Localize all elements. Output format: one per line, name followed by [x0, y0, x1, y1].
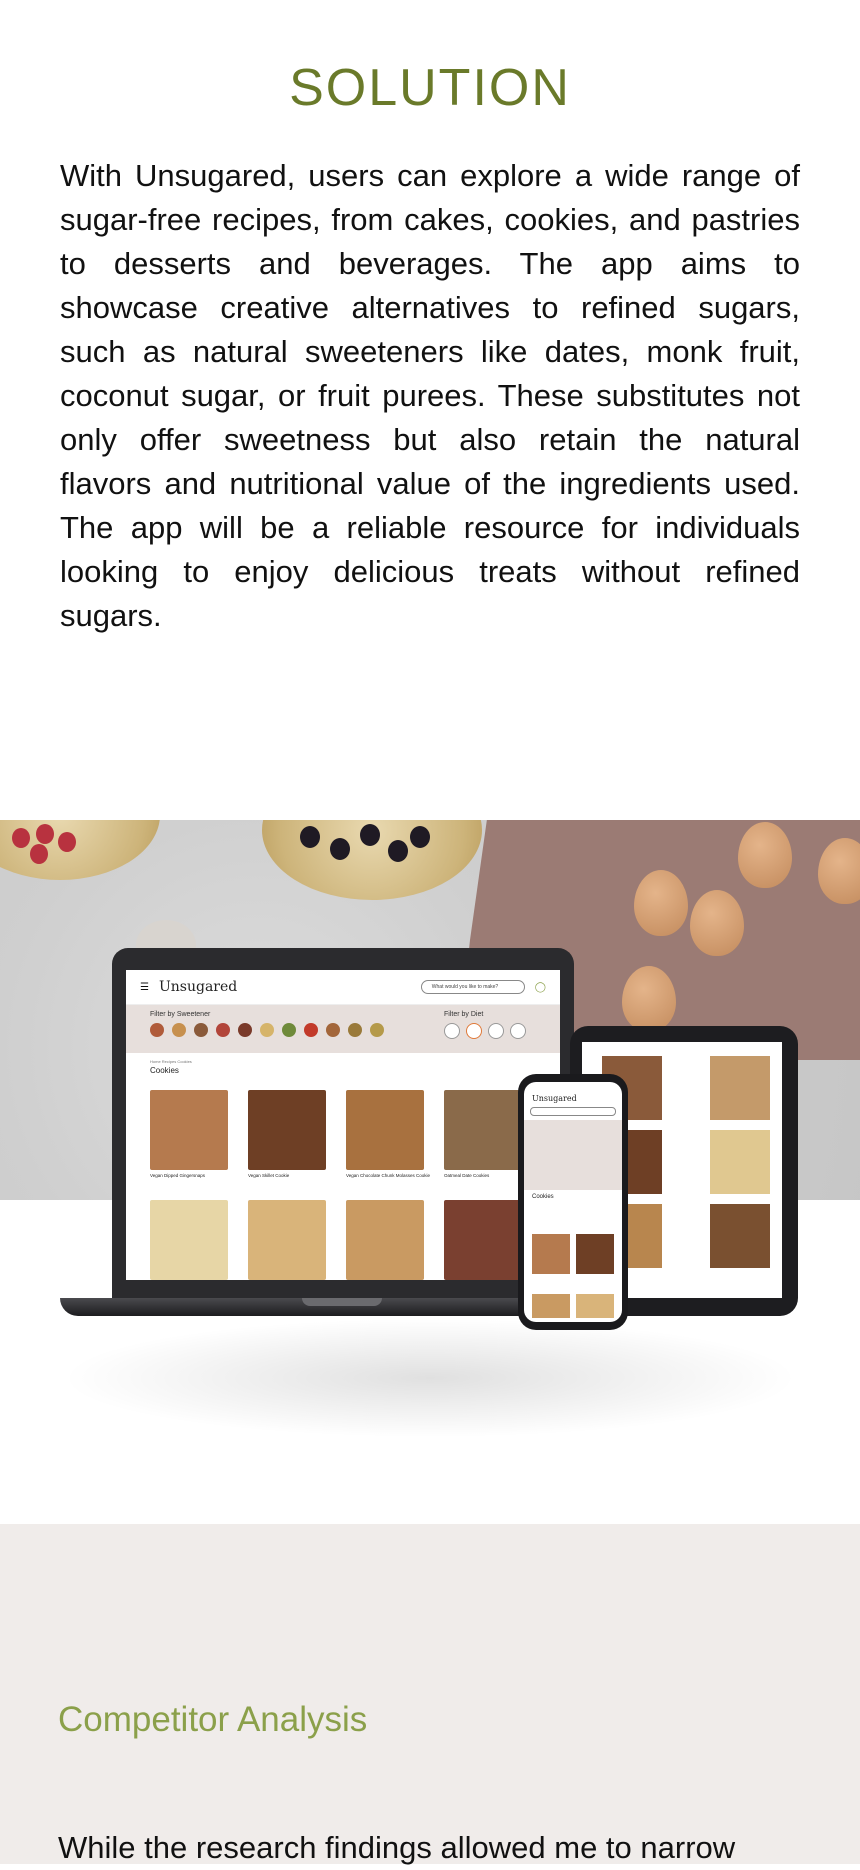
filter-diet-label: Filter by Diet [444, 1011, 484, 1018]
phone-section-title: Cookies [532, 1194, 554, 1200]
app-logo: Unsugared [158, 979, 238, 995]
recipe-card-4-label: Oatmeal Date Cookies [444, 1173, 490, 1178]
breadcrumb: Home Recipes Cookies [150, 1059, 192, 1064]
phone-screen: Unsugared Cookies [524, 1082, 622, 1322]
recipe-card-6 [248, 1200, 326, 1280]
recipe-card-1-label: Vegan Dipped Gingersnaps [150, 1173, 206, 1178]
user-icon: ◯ [534, 981, 546, 993]
filter-band: Filter by Sweetener Filter by Diet [126, 1005, 560, 1053]
laptop-screen: ☰ Unsugared What would you like to make?… [126, 970, 560, 1280]
recipe-card-5 [150, 1200, 228, 1280]
menu-icon: ☰ [140, 981, 149, 993]
phone-logo: Unsugared [532, 1094, 577, 1103]
solution-title: SOLUTION [289, 59, 571, 117]
competitor-body: While the research findings allowed me t… [58, 1830, 736, 1865]
recipe-card-3 [346, 1090, 424, 1170]
recipe-card-4 [444, 1090, 522, 1170]
app-search-input: What would you like to make? [420, 980, 525, 994]
recipe-card-3-label: Vegan Chocolate Chunk Molasses Cookie [346, 1173, 431, 1178]
recipe-card-8 [444, 1200, 522, 1280]
competitor-section [0, 1524, 860, 1864]
competitor-title: Competitor Analysis [58, 1700, 368, 1739]
filter-sweetener-label: Filter by Sweetener [150, 1011, 211, 1018]
solution-body: With Unsugared, users can explore a wide… [60, 158, 800, 633]
section-title: Cookies [150, 1066, 179, 1075]
recipe-card-7 [346, 1200, 424, 1280]
recipe-card-1 [150, 1090, 228, 1170]
recipe-card-2-label: Vegan Skillet Cookie [248, 1173, 290, 1178]
recipe-card-2 [248, 1090, 326, 1170]
